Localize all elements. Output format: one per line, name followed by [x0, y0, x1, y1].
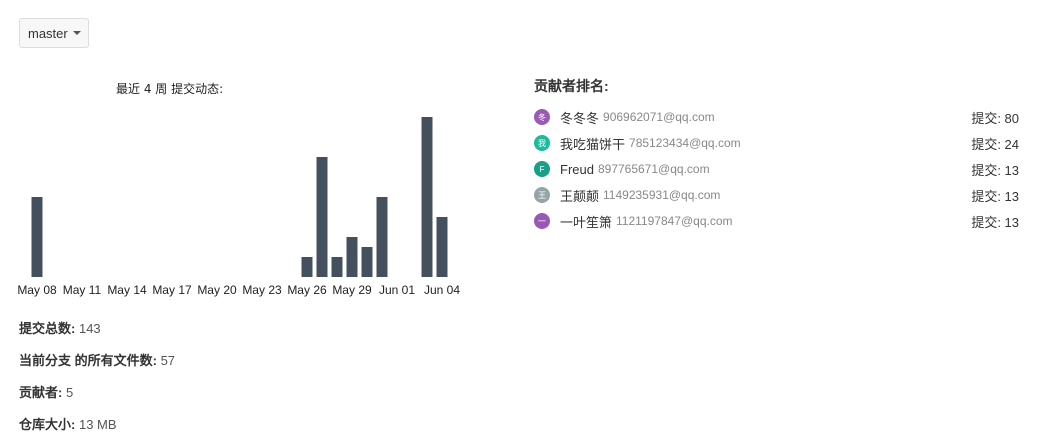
contributor-commits: 提交: 13	[971, 188, 1019, 204]
chart-bar	[376, 197, 388, 277]
caret-down-icon	[72, 31, 81, 35]
contributor-name[interactable]: 王颠颠	[560, 186, 599, 205]
chart-bar	[31, 197, 43, 277]
contributor-name[interactable]: 我吃猫饼干	[560, 134, 625, 153]
branch-label: master	[28, 25, 68, 41]
stat-label: 当前分支 的所有文件数:	[19, 353, 157, 368]
branch-dropdown[interactable]: master	[19, 18, 89, 48]
x-tick-label: May 23	[242, 283, 282, 297]
x-tick-label: May 17	[152, 283, 192, 297]
x-tick-label: May 11	[63, 283, 102, 297]
contributor-email: 1149235931@qq.com	[603, 188, 721, 202]
x-tick-label: May 20	[197, 283, 237, 297]
stat-label: 仓库大小:	[19, 417, 76, 432]
contributor-row[interactable]: F Freud 897765671@qq.com 提交: 13	[534, 158, 1019, 180]
stat-label: 提交总数:	[19, 321, 76, 336]
avatar: 冬	[534, 109, 550, 125]
contributor-email: 906962071@qq.com	[603, 110, 715, 124]
contributor-name[interactable]: 一叶笙箫	[560, 212, 612, 231]
contributor-name[interactable]: Freud	[560, 162, 594, 177]
avatar: 一	[534, 213, 550, 229]
stat-value: 143	[78, 321, 101, 336]
contributor-row[interactable]: 我 我吃猫饼干 785123434@qq.com 提交: 24	[534, 132, 1019, 154]
chart-bar	[331, 257, 343, 277]
chart-bar	[361, 247, 373, 277]
stat-value: 13 MB	[78, 417, 117, 432]
repo-stats-page: master 最近 4 周 提交动态: May 08 May 11 May 14 Ma…	[0, 0, 1043, 438]
contributor-row[interactable]: 一 一叶笙箫 1121197847@qq.com 提交: 13	[534, 210, 1019, 232]
chart-bar	[316, 157, 328, 277]
x-tick-label: May 29	[332, 283, 372, 297]
contributor-email: 785123434@qq.com	[629, 136, 741, 150]
avatar: F	[534, 161, 550, 177]
contributor-email: 1121197847@qq.com	[616, 214, 733, 228]
stat-repo-size: 仓库大小: 13 MB	[19, 414, 117, 433]
stat-file-count: 当前分支 的所有文件数: 57	[19, 350, 175, 369]
chart-bar	[301, 257, 313, 277]
chart-bar	[346, 237, 358, 277]
stat-label: 贡献者:	[19, 385, 63, 400]
chart-bar	[436, 217, 448, 277]
x-tick-label: Jun 01	[379, 283, 415, 297]
chart-bar	[421, 117, 433, 277]
stat-value: 57	[160, 353, 176, 368]
stat-contributors: 贡献者: 5	[19, 382, 73, 401]
avatar: 王	[534, 187, 550, 203]
contributor-email: 897765671@qq.com	[597, 162, 710, 176]
stat-total-commits: 提交总数: 143	[19, 318, 101, 337]
contributor-row[interactable]: 冬 冬冬冬 906962071@qq.com 提交: 80	[534, 106, 1019, 128]
contributor-commits: 提交: 24	[971, 136, 1019, 152]
contributors-title: 贡献者排名:	[534, 78, 609, 94]
contributor-commits: 提交: 13	[971, 162, 1019, 178]
avatar: 我	[534, 135, 550, 151]
contributor-name[interactable]: 冬冬冬	[560, 108, 599, 127]
stat-value: 5	[65, 385, 74, 400]
contributor-commits: 提交: 80	[971, 110, 1019, 126]
commit-activity-chart: May 08 May 11 May 14 May 17 May 20 May 23 May …	[17, 117, 460, 297]
chart-title: 最近 4 周 提交动态:	[116, 82, 224, 96]
contributor-commits: 提交: 13	[971, 214, 1019, 230]
x-tick-label: May 14	[107, 283, 147, 297]
x-tick-label: Jun 04	[424, 283, 460, 297]
x-tick-label: May 08	[17, 283, 57, 297]
x-tick-label: May 26	[287, 283, 327, 297]
contributor-row[interactable]: 王 王颠颠 1149235931@qq.com 提交: 13	[534, 184, 1019, 206]
